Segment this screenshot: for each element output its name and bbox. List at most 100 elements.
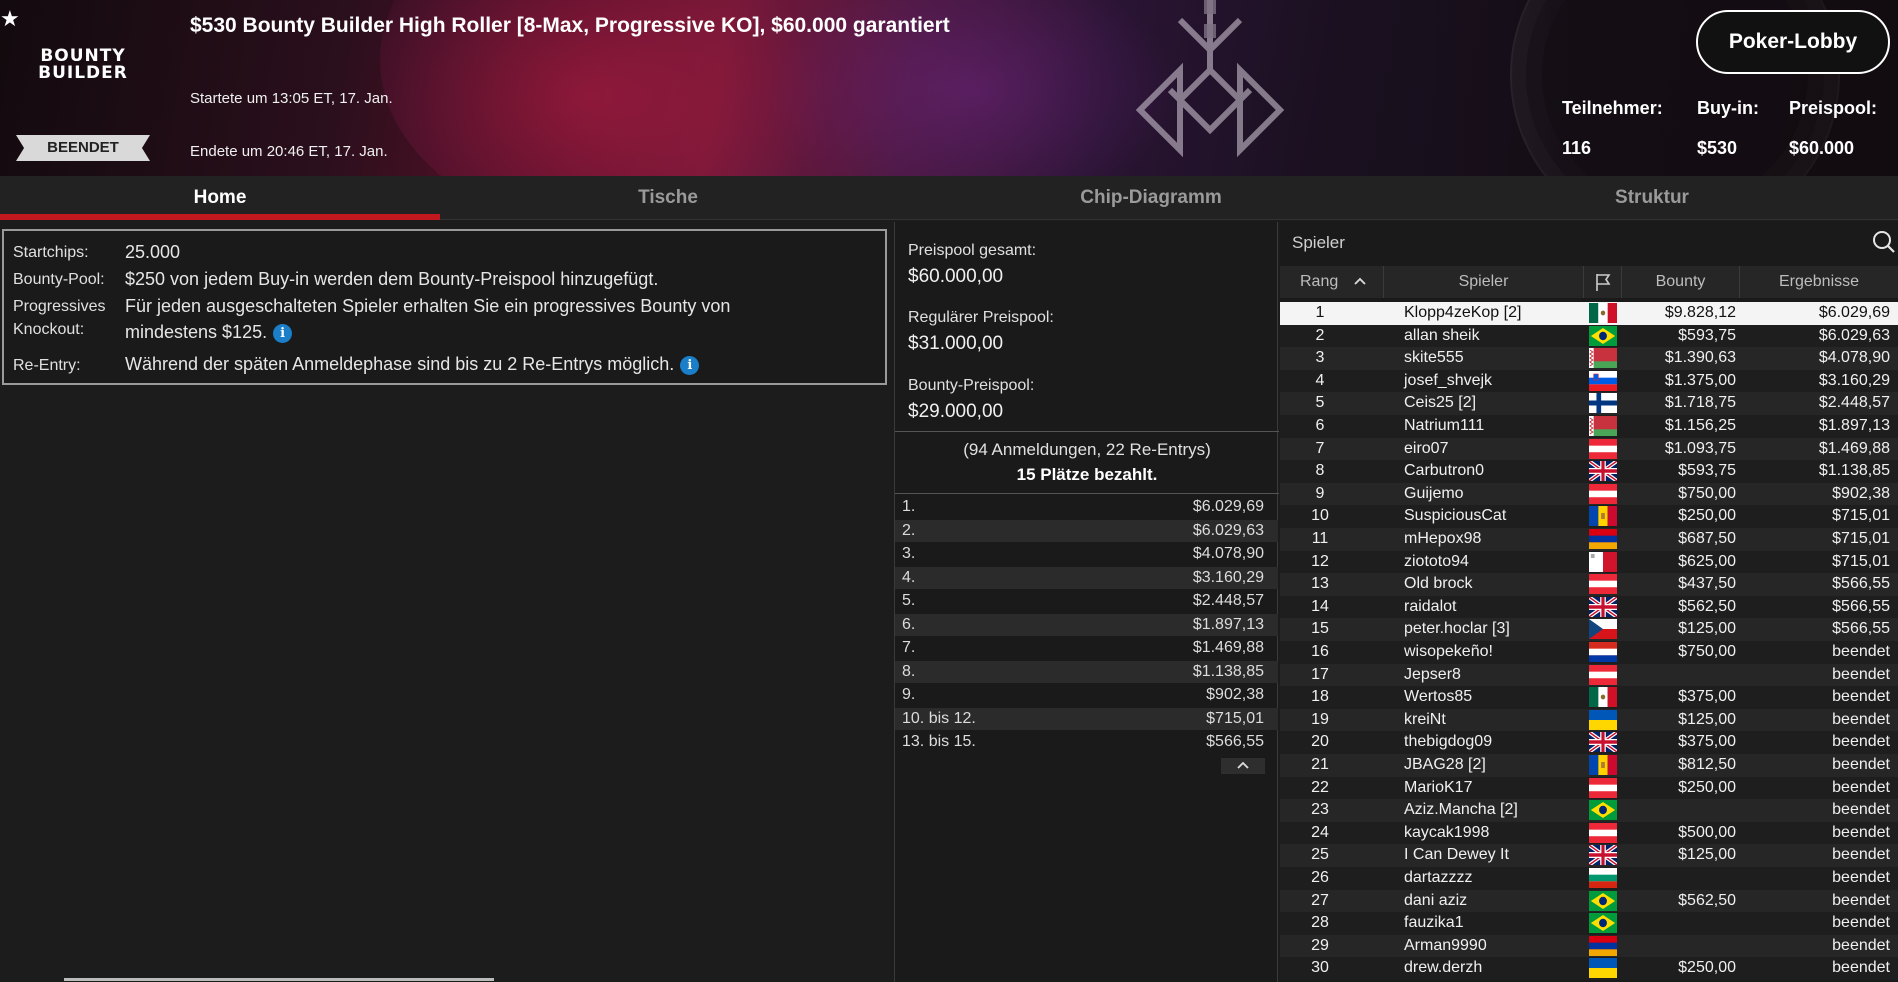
player-row[interactable]: 4 josef_shvejk $1.375,00 $3.160,29 (1280, 369, 1898, 393)
payout-amount: $902,38 (1206, 686, 1264, 703)
player-result: beendet (1832, 914, 1890, 932)
tournament-info-box: Startchips: 25.000 Bounty-Pool: $250 von… (2, 229, 887, 385)
player-bounty: $1.375,00 (1664, 371, 1736, 389)
player-result: $1.897,13 (1818, 417, 1890, 434)
flag-column-header[interactable] (1584, 266, 1622, 298)
player-row[interactable]: 26 dartazzzz beendet (1280, 867, 1898, 890)
country-flag-icon (1589, 325, 1617, 346)
player-name: Natrium111 (1404, 417, 1485, 434)
payout-row: 7. $1.469,88 (895, 637, 1278, 659)
player-row[interactable]: 15 peter.hoclar [3] $125,00 $566,55 (1280, 618, 1898, 641)
chevron-up-icon[interactable] (1221, 758, 1265, 774)
payout-place: 8. (902, 662, 916, 680)
regular-prizepool-label: Regulärer Preispool: (908, 309, 1054, 326)
player-row[interactable]: 9 Guijemo $750,00 $902,38 (1280, 482, 1898, 506)
result-column-header[interactable]: Ergebnisse (1740, 266, 1898, 298)
player-row[interactable]: 13 Old brock $437,50 $566,55 (1280, 573, 1898, 596)
player-name: peter.hoclar [3] (1404, 620, 1510, 638)
player-row[interactable]: 1 Klopp4zeKop [2] $9.828,12 $6.029,69 (1280, 302, 1898, 325)
payout-amount: $715,01 (1206, 709, 1264, 727)
payout-amount: $1.138,85 (1192, 662, 1264, 680)
player-row[interactable]: 11 mHepox98 $687,50 $715,01 (1280, 528, 1898, 551)
player-row[interactable]: 6 Natrium111 $1.156,25 $1.897,13 (1280, 415, 1898, 438)
player-row[interactable]: 19 kreiNt $125,00 beendet (1280, 708, 1898, 732)
player-row[interactable]: 28 fauzika1 beendet (1280, 912, 1898, 935)
buyin-label: Buy-in: (1697, 98, 1759, 118)
player-result: $715,01 (1832, 530, 1890, 547)
player-bounty: $375,00 (1678, 733, 1736, 751)
country-flag-icon (1587, 459, 1619, 483)
player-row[interactable]: 10 SuspiciousCat $250,00 $715,01 (1280, 505, 1898, 528)
player-result: beendet (1832, 665, 1890, 683)
player-row[interactable]: 25 I Can Dewey It $125,00 beendet (1280, 843, 1898, 868)
player-row[interactable]: 21 JBAG28 [2] $812,50 beendet (1280, 754, 1898, 777)
player-name: skite555 (1404, 349, 1464, 367)
player-name: ziototo94 (1404, 552, 1469, 570)
player-row[interactable]: 16 wisopekeño! $750,00 beendet (1280, 641, 1898, 664)
tab-tables[interactable]: Tische (440, 176, 896, 220)
player-bounty: $250,00 (1678, 778, 1736, 796)
payout-place: 6. (902, 615, 916, 633)
tab-chip-chart[interactable]: Chip-Diagramm (896, 176, 1406, 220)
player-column-header[interactable]: Spieler (1384, 266, 1584, 298)
player-row[interactable]: 3 skite555 $1.390,63 $4.078,90 (1280, 347, 1898, 370)
player-rank: 19 (1311, 710, 1329, 728)
info-icon[interactable]: i (273, 324, 293, 343)
player-row[interactable]: 23 Aziz.Mancha [2] beendet (1280, 799, 1898, 822)
total-prizepool-value: $60.000,00 (908, 266, 1004, 287)
country-flag-icon (1589, 890, 1617, 911)
payout-row: 3. $4.078,90 (895, 543, 1278, 565)
player-result: beendet (1832, 643, 1890, 660)
player-rank: 26 (1311, 869, 1329, 886)
player-bounty: $687,50 (1678, 530, 1736, 547)
player-result: $4.078,90 (1818, 349, 1890, 367)
player-row[interactable]: 12 ziototo94 $625,00 $715,01 (1280, 550, 1898, 574)
prizepool-value: $60.000 (1789, 138, 1855, 158)
player-result: $6.029,63 (1818, 326, 1890, 344)
player-row[interactable]: 24 kaycak1998 $500,00 beendet (1280, 821, 1898, 845)
player-row[interactable]: 8 Carbutron0 $593,75 $1.138,85 (1280, 459, 1898, 483)
player-rank: 25 (1311, 846, 1329, 864)
player-name: Carbutron0 (1404, 462, 1485, 480)
search-icon[interactable] (1872, 230, 1896, 254)
star-icon[interactable]: ★ (0, 6, 20, 32)
player-row[interactable]: 17 Jepser8 beendet (1280, 663, 1898, 687)
prizepool-panel: Preispool gesamt: $60.000,00 Regulärer P… (894, 222, 1279, 982)
player-name: drew.derzh (1404, 959, 1483, 977)
player-name: wisopekeño! (1404, 643, 1493, 660)
player-result: $1.138,85 (1818, 462, 1890, 480)
player-bounty: $125,00 (1678, 710, 1736, 728)
player-name: Jepser8 (1404, 665, 1461, 683)
horizontal-scrollbar[interactable] (64, 978, 494, 981)
country-flag-icon (1589, 416, 1617, 436)
player-bounty: $593,75 (1678, 462, 1736, 480)
player-search-input[interactable] (1280, 222, 1898, 264)
status-badge: BEENDET (16, 135, 150, 161)
bounty-column-header[interactable]: Bounty (1622, 266, 1740, 298)
player-row[interactable]: 7 eiro07 $1.093,75 $1.469,88 (1280, 437, 1898, 461)
divider (895, 493, 1279, 494)
player-rank: 15 (1311, 620, 1329, 638)
payout-amount: $1.897,13 (1192, 615, 1264, 633)
player-row[interactable]: 29 Arman9990 beendet (1280, 934, 1898, 958)
payout-row: 4. $3.160,29 (895, 566, 1278, 589)
info-icon[interactable]: i (680, 356, 700, 375)
poker-lobby-button[interactable]: Poker-Lobby (1696, 10, 1890, 74)
tab-structure[interactable]: Struktur (1406, 176, 1898, 220)
player-row[interactable]: 22 MarioK17 $250,00 beendet (1280, 776, 1898, 800)
player-row[interactable]: 5 Ceis25 [2] $1.718,75 $2.448,57 (1280, 392, 1898, 415)
payout-amount: $566,55 (1206, 733, 1264, 750)
player-row[interactable]: 14 raidalot $562,50 $566,55 (1280, 595, 1898, 619)
country-flag-icon (1589, 370, 1617, 391)
player-row[interactable]: 27 dani aziz $562,50 beendet (1280, 889, 1898, 913)
player-rank: 17 (1311, 665, 1329, 683)
player-row[interactable]: 30 drew.derzh $250,00 beendet (1280, 957, 1898, 980)
player-row[interactable]: 20 thebigdog09 $375,00 beendet (1280, 730, 1898, 755)
player-name: allan sheik (1404, 326, 1480, 344)
player-bounty: $625,00 (1678, 552, 1736, 570)
player-row[interactable]: 2 allan sheik $593,75 $6.029,63 (1280, 324, 1898, 348)
player-row[interactable]: 18 Wertos85 $375,00 beendet (1280, 686, 1898, 709)
rank-column-header[interactable]: Rang (1280, 266, 1384, 298)
payout-place: 10. bis 12. (902, 709, 976, 727)
player-result: beendet (1832, 710, 1890, 728)
